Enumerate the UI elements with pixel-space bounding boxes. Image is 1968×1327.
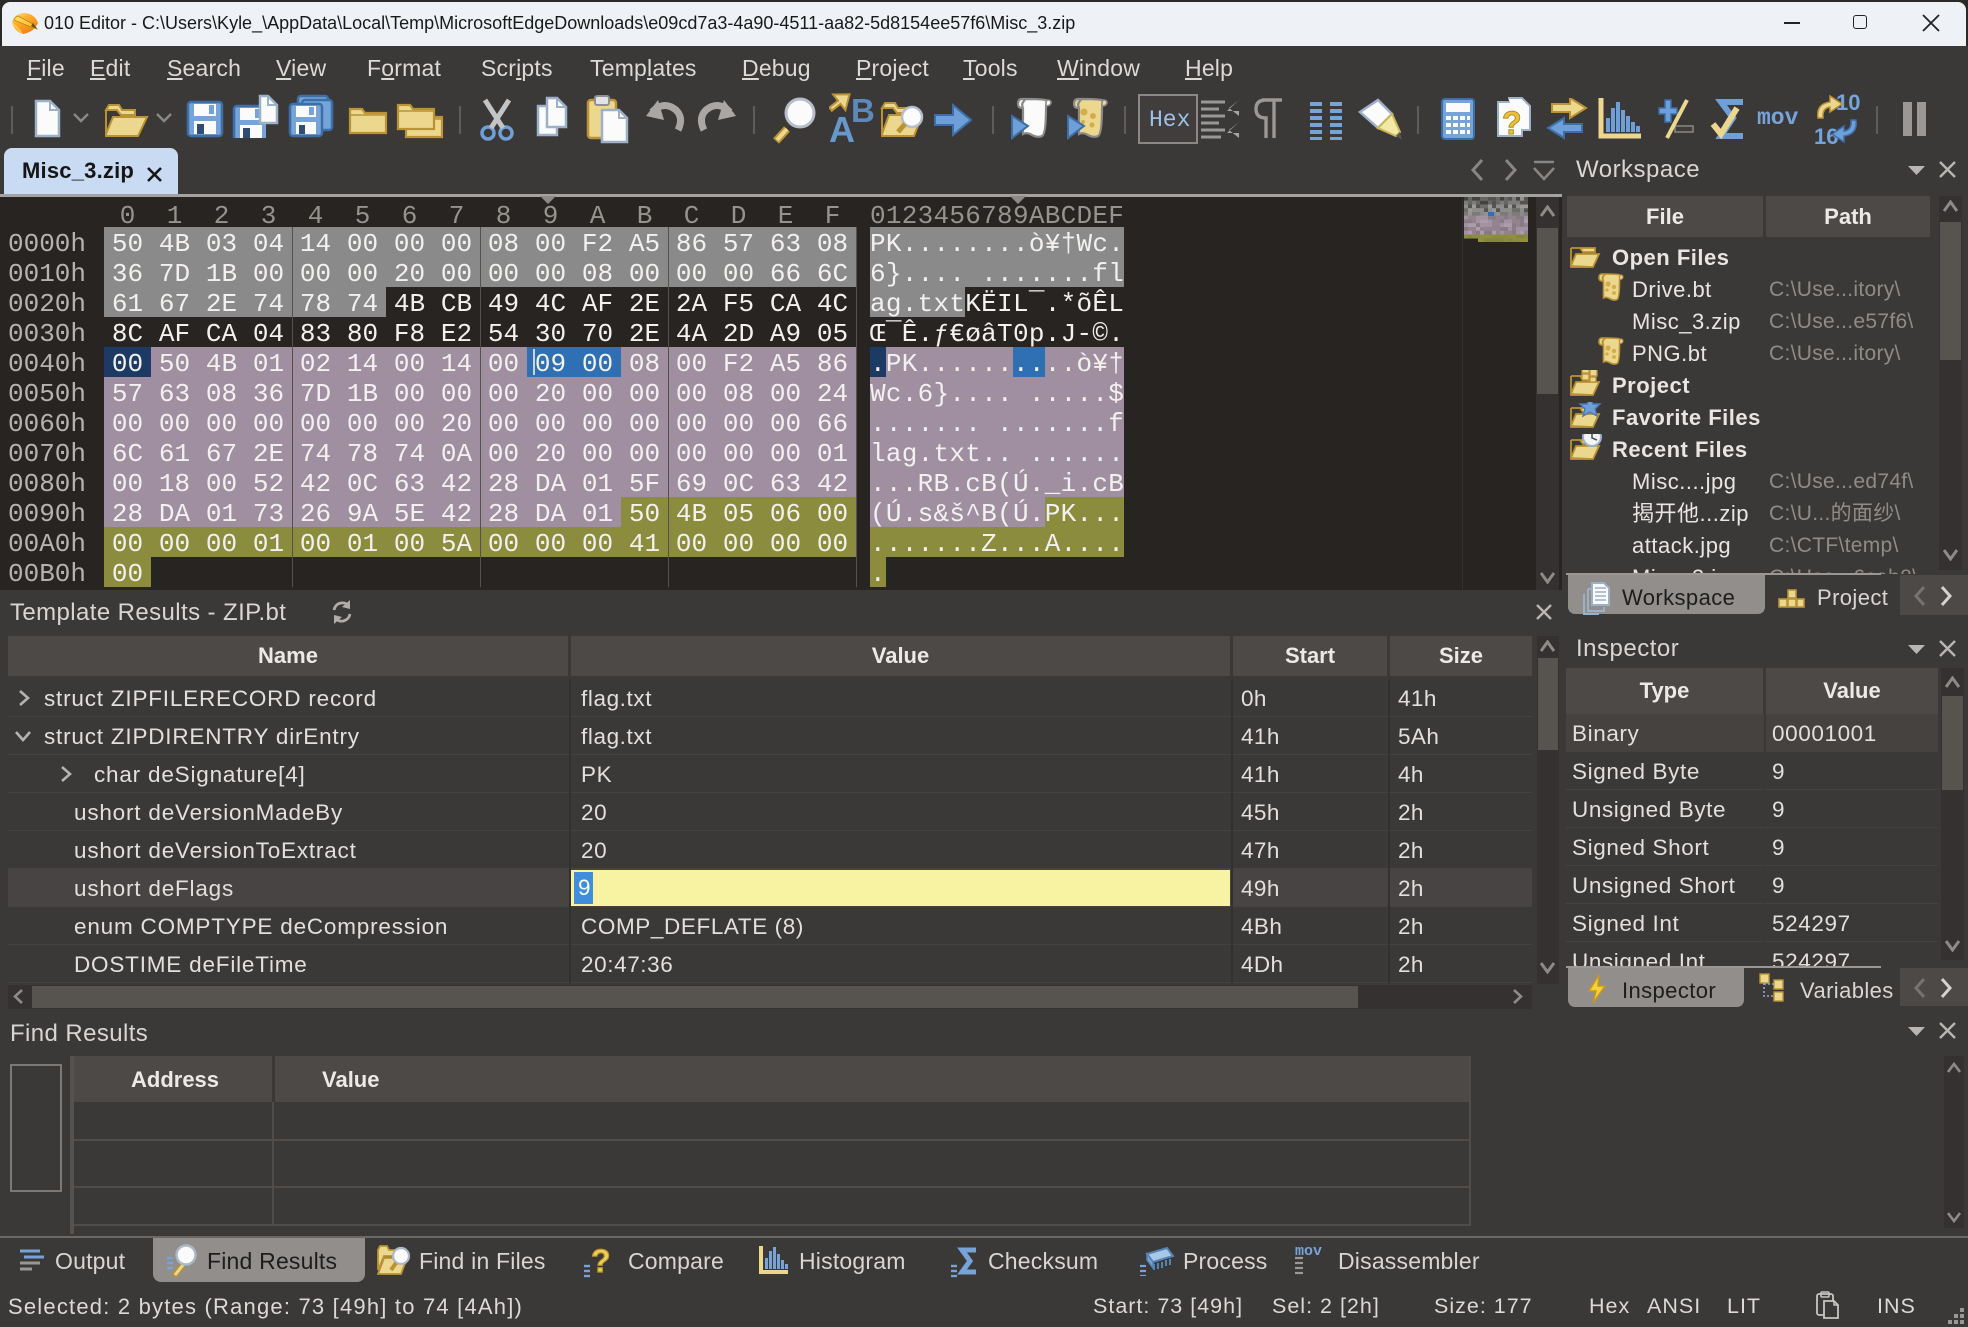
svg-text:?: ? <box>1502 105 1522 141</box>
svg-text:?: ? <box>591 1244 611 1278</box>
svg-text:mov: mov <box>1295 1246 1322 1260</box>
svg-text:B: B <box>851 92 875 129</box>
